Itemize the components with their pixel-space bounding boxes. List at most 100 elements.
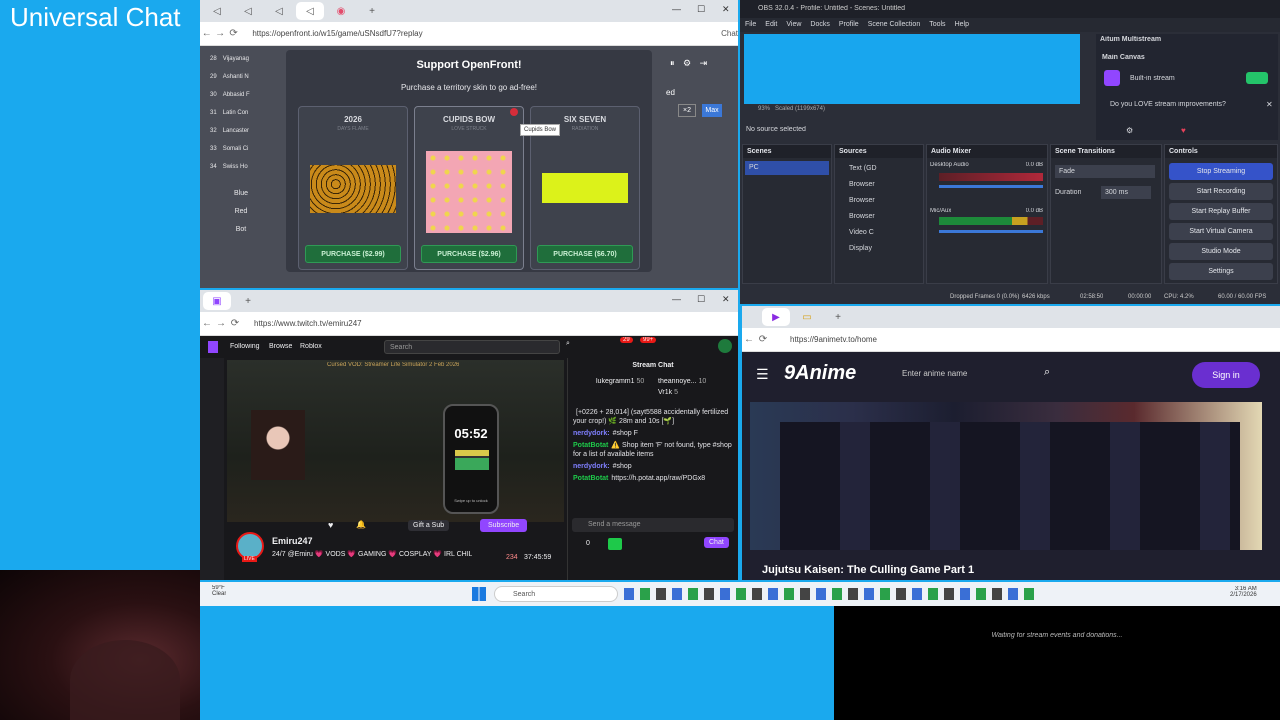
- control-button[interactable]: Studio Mode: [1169, 243, 1273, 260]
- twitch-logo-icon[interactable]: [208, 341, 218, 353]
- control-button[interactable]: Start Replay Buffer: [1169, 203, 1273, 220]
- menu-icon[interactable]: ☰: [756, 366, 769, 383]
- clock[interactable]: 3:16 AM 2/17/2026: [1230, 586, 1257, 598]
- subscribe-button[interactable]: Subscribe: [480, 519, 528, 532]
- maximize-button[interactable]: ☐: [697, 4, 705, 15]
- top-chatter-3[interactable]: Vr1k 5: [658, 389, 678, 396]
- taskbar-app-icons[interactable]: [624, 588, 1040, 600]
- leaderboard-row[interactable]: 30 Abbasid F: [210, 86, 272, 104]
- refresh-icon[interactable]: ⟳: [228, 318, 242, 329]
- mic-aux-slider[interactable]: [939, 230, 1043, 233]
- tab-5[interactable]: ◉: [327, 2, 355, 20]
- new-tab-button[interactable]: +: [358, 2, 386, 20]
- menu-item[interactable]: Profile: [839, 18, 859, 32]
- nav-roblox[interactable]: Roblox: [300, 343, 322, 350]
- copilot-icon[interactable]: Chat: [721, 29, 738, 38]
- tab-2[interactable]: ◁: [234, 2, 262, 20]
- source-item[interactable]: Browser: [835, 177, 923, 193]
- menu-item[interactable]: View: [786, 18, 801, 32]
- forward-icon[interactable]: →: [214, 318, 228, 329]
- scene-item-pc[interactable]: PC: [745, 161, 829, 175]
- duration-input[interactable]: 300 ms: [1101, 186, 1151, 199]
- minimize-button[interactable]: —: [672, 4, 681, 14]
- url-text[interactable]: https://9animetv.to/home: [790, 335, 1090, 344]
- close-button[interactable]: ✕: [722, 294, 730, 305]
- leaderboard-row[interactable]: 33 Somali Ci: [210, 140, 272, 158]
- menu-item[interactable]: Scene Collection: [868, 18, 921, 32]
- search-icon[interactable]: ⌕: [566, 340, 570, 348]
- leaderboard-row[interactable]: 32 Lancaster: [210, 122, 272, 140]
- skin-card-2026[interactable]: 2026 DAYS FLAME PURCHASE ($2.99): [298, 106, 408, 270]
- new-tab-button[interactable]: +: [824, 308, 852, 326]
- start-button[interactable]: [472, 587, 486, 601]
- menu-item[interactable]: Edit: [765, 18, 777, 32]
- source-item[interactable]: Browser: [835, 209, 923, 225]
- folder-tab[interactable]: ▭: [793, 308, 821, 326]
- leaderboard-row[interactable]: 29 Ashanti N: [210, 68, 272, 86]
- source-item[interactable]: Browser: [835, 193, 923, 209]
- gift-sub-button[interactable]: Gift a Sub: [408, 520, 450, 531]
- skin-card-cupids-bow[interactable]: CUPIDS BOW LOVE STRUCK PURCHASE ($2.96): [414, 106, 524, 270]
- exit-icon[interactable]: ⇥: [700, 58, 708, 68]
- site-logo[interactable]: 9Anime: [784, 362, 856, 385]
- source-item[interactable]: Video C: [835, 225, 923, 241]
- tab-1[interactable]: ◁: [203, 2, 231, 20]
- leaderboard-row[interactable]: 28 Vijayanag: [210, 50, 272, 68]
- anime-search-input[interactable]: Enter anime name: [894, 364, 1064, 384]
- purchase-button[interactable]: PURCHASE ($2.99): [305, 245, 401, 263]
- close-button[interactable]: ✕: [722, 4, 730, 15]
- refresh-icon[interactable]: ⟳: [756, 334, 770, 345]
- tab-3[interactable]: ◁: [265, 2, 293, 20]
- speed-button[interactable]: ×2: [678, 104, 696, 117]
- back-icon[interactable]: ←: [200, 318, 214, 329]
- control-button[interactable]: Stop Streaming: [1169, 163, 1273, 180]
- chat-username[interactable]: nerdydork:: [573, 463, 610, 470]
- control-button[interactable]: Settings: [1169, 263, 1273, 280]
- chat-username[interactable]: PotatBotat: [573, 442, 608, 449]
- menu-item[interactable]: Docks: [810, 18, 829, 32]
- video-player[interactable]: Cursed VOD: Streamer Life Simulator 2 Fe…: [227, 360, 564, 522]
- address-bar[interactable]: ← → ⟳ https://openfront.io/w15/game/uSNs…: [200, 22, 738, 46]
- close-icon[interactable]: ✕: [1266, 100, 1273, 109]
- minimize-button[interactable]: —: [672, 294, 681, 304]
- url-text[interactable]: https://openfront.io/w15/game/uSNsdfU7?r…: [252, 29, 521, 38]
- address-bar[interactable]: ← ⟳ https://9animetv.to/home: [742, 328, 1280, 352]
- chat-username[interactable]: nerdydork:: [573, 430, 610, 437]
- refresh-icon[interactable]: ⟳: [227, 28, 240, 39]
- sign-in-button[interactable]: Sign in: [1192, 362, 1260, 388]
- streamer-name[interactable]: Emiru247: [272, 536, 313, 546]
- leaderboard-row[interactable]: 34 Swiss Ho: [210, 158, 272, 176]
- back-icon[interactable]: ←: [742, 334, 756, 345]
- chat-input[interactable]: Send a message: [572, 518, 734, 532]
- chat-send-button[interactable]: Chat: [704, 537, 729, 548]
- settings-icon[interactable]: ⚙: [1126, 126, 1133, 135]
- control-button[interactable]: Start Virtual Camera: [1169, 223, 1273, 240]
- settings-icon[interactable]: ⚙: [683, 58, 691, 68]
- nav-browse[interactable]: Browse: [269, 343, 292, 350]
- top-chatter-2[interactable]: theannoye... 10: [658, 378, 706, 385]
- menu-item[interactable]: Tools: [929, 18, 945, 32]
- top-chatter-1[interactable]: lukegramm1 50: [596, 378, 644, 385]
- points-reward-icon[interactable]: [608, 538, 622, 550]
- pause-icon[interactable]: ⏸: [670, 58, 675, 68]
- stream-toggle[interactable]: [1246, 72, 1268, 84]
- avatar[interactable]: [718, 339, 732, 353]
- source-item[interactable]: Display: [835, 241, 923, 257]
- back-icon[interactable]: ←: [200, 28, 213, 39]
- twitch-tab[interactable]: ▣: [203, 292, 231, 310]
- weather-widget[interactable]: 59°F Clear: [212, 585, 226, 597]
- taskbar-search[interactable]: Search: [494, 586, 618, 602]
- notify-bell-icon[interactable]: 🔔: [356, 520, 366, 529]
- control-button[interactable]: Start Recording: [1169, 183, 1273, 200]
- anime-tab[interactable]: ▶: [762, 308, 790, 326]
- menu-item[interactable]: File: [745, 18, 756, 32]
- banner-image[interactable]: Jujutsu Kaisen: The Culling Game Part 1: [750, 402, 1262, 576]
- purchase-button[interactable]: PURCHASE ($2.96): [421, 245, 517, 263]
- search-icon[interactable]: ⌕: [1044, 366, 1050, 379]
- forward-icon[interactable]: →: [213, 28, 226, 39]
- transition-select[interactable]: Fade: [1055, 165, 1155, 178]
- menu-item[interactable]: Help: [955, 18, 969, 32]
- maximize-button[interactable]: ☐: [697, 294, 705, 305]
- twitch-search[interactable]: Search: [384, 340, 560, 354]
- purchase-button[interactable]: PURCHASE ($6.70): [537, 245, 633, 263]
